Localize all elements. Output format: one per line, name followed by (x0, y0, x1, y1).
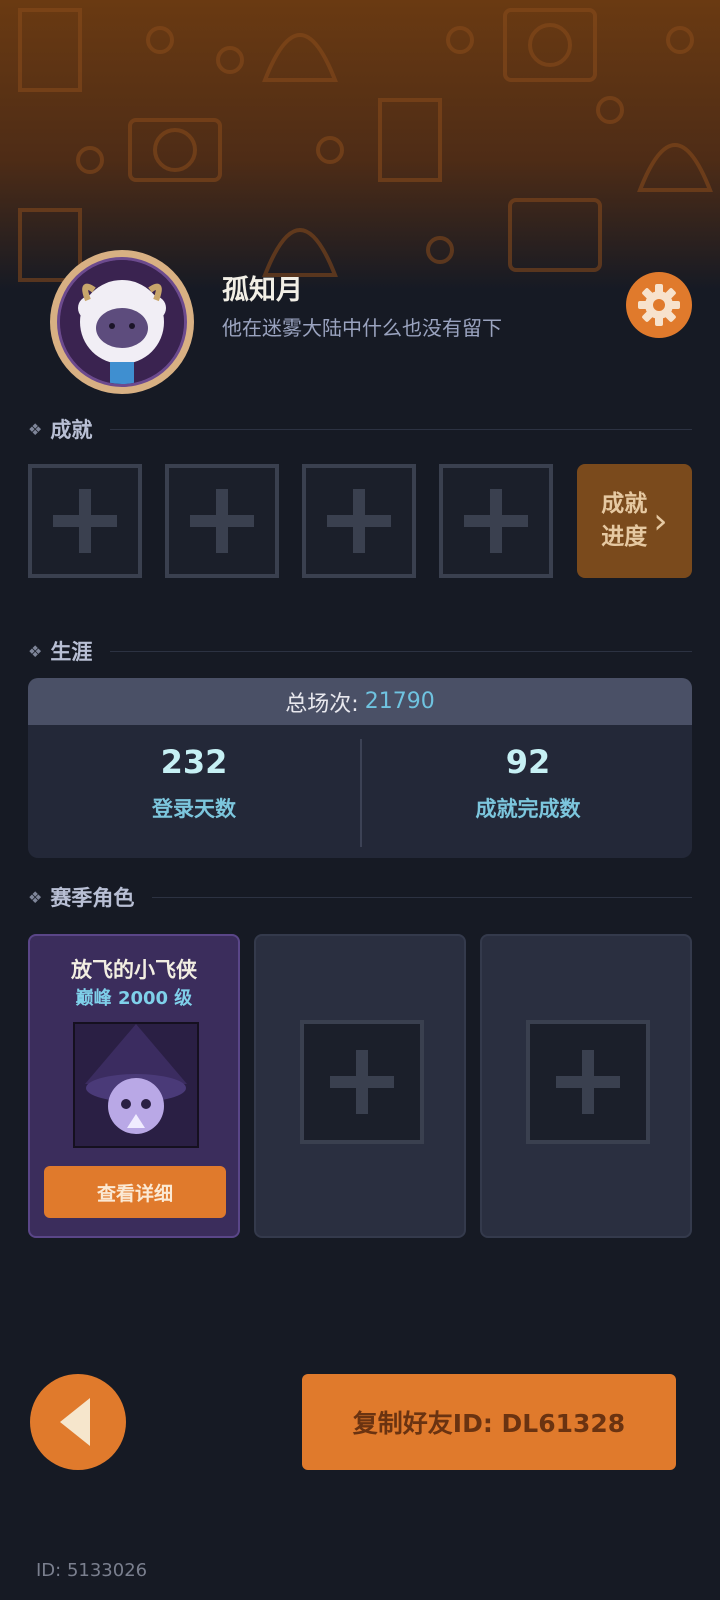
chevron-right-icon: › (653, 500, 668, 542)
progress-label-line2: 进度 (601, 524, 648, 550)
achievement-slot[interactable] (165, 464, 279, 578)
profile-header: 孤知月 他在迷雾大陆中什么也没有留下 (0, 250, 720, 394)
achievements-completed-stat: 92 成就完成数 (362, 725, 692, 858)
divider (110, 650, 692, 652)
sheep-character-icon (60, 260, 184, 384)
season-hero-empty-slot[interactable] (480, 934, 692, 1238)
season-hero-card[interactable]: 放飞的小飞侠 巅峰 2000 级 查看详细 (28, 934, 240, 1238)
career-stats-panel: 总场次: 21790 232 登录天数 92 成就完成数 (28, 678, 692, 858)
progress-label-line1: 成就 (601, 491, 648, 517)
hero-level: 巅峰 2000 级 (75, 988, 193, 1009)
view-details-button[interactable]: 查看详细 (44, 1166, 226, 1218)
achievement-progress-label: 成就 进度 (601, 488, 647, 554)
divider (110, 428, 692, 430)
achievement-progress-button[interactable]: 成就 进度 › (577, 464, 692, 578)
add-hero-slot[interactable] (300, 1020, 424, 1144)
avatar-image (57, 257, 187, 387)
player-name: 孤知月 (222, 275, 303, 306)
total-matches-value: 21790 (364, 689, 435, 714)
achievement-slot[interactable] (302, 464, 416, 578)
section-label: 赛季角色 (50, 886, 135, 910)
copy-friend-id-button[interactable]: 复制好友ID: DL61328 (302, 1374, 676, 1470)
plus-icon (190, 489, 254, 553)
total-matches-label: 总场次: (285, 691, 359, 717)
hero-portrait (73, 1022, 199, 1148)
gear-icon (638, 284, 680, 326)
plus-icon (330, 1050, 394, 1114)
diamond-icon: ❖ (28, 641, 43, 661)
hero-name: 放飞的小飞侠 (71, 958, 197, 982)
season-hero-empty-slot[interactable] (254, 934, 466, 1238)
plus-icon (556, 1050, 620, 1114)
section-label: 生涯 (50, 640, 93, 664)
banner-pattern-icon (18, 8, 713, 282)
section-label: 成就 (50, 418, 93, 442)
divider (152, 896, 692, 898)
back-arrow-icon (60, 1398, 90, 1446)
back-button[interactable] (30, 1374, 126, 1470)
diamond-icon: ❖ (28, 419, 43, 439)
plus-icon (53, 489, 117, 553)
career-section-title: ❖ 生涯 (28, 636, 692, 666)
avatar[interactable] (50, 250, 194, 394)
user-id-label: ID: 5133026 (36, 1560, 148, 1581)
plus-icon (327, 489, 391, 553)
stat-label: 成就完成数 (475, 797, 581, 821)
player-motto: 他在迷雾大陆中什么也没有留下 (222, 316, 502, 340)
add-hero-slot[interactable] (526, 1020, 650, 1144)
stat-value: 232 (160, 743, 228, 781)
profile-banner (0, 0, 720, 290)
stat-label: 登录天数 (152, 797, 236, 821)
achievement-slot[interactable] (439, 464, 553, 578)
achievements-section-title: ❖ 成就 (28, 414, 692, 444)
career-stats-body: 232 登录天数 92 成就完成数 (28, 725, 692, 858)
settings-button[interactable] (626, 272, 692, 338)
diamond-icon: ❖ (28, 887, 43, 907)
login-days-stat: 232 登录天数 (28, 725, 360, 858)
total-matches: 总场次: 21790 (28, 678, 692, 725)
plus-icon (464, 489, 528, 553)
achievement-slot[interactable] (28, 464, 142, 578)
season-section-title: ❖ 赛季角色 (28, 882, 692, 912)
stat-value: 92 (505, 743, 551, 781)
wizard-character-icon (75, 1024, 197, 1146)
